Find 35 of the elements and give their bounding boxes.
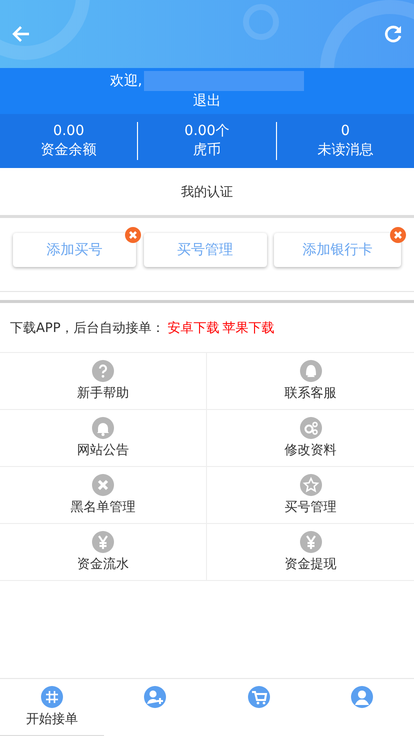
yen-icon bbox=[300, 531, 322, 553]
chat-icon bbox=[300, 360, 322, 382]
stat-label: 未读消息 bbox=[317, 141, 374, 160]
refresh-icon[interactable] bbox=[382, 23, 404, 45]
menu-item[interactable]: 资金提现 bbox=[207, 524, 414, 581]
tab[interactable]: 开始接单 bbox=[0, 679, 104, 736]
stat-value: 0.00个 bbox=[184, 122, 230, 141]
download-link[interactable]: 安卓下载 bbox=[168, 318, 220, 336]
gears-icon bbox=[300, 417, 322, 439]
bell-icon bbox=[92, 417, 114, 439]
stat-label: 虎币 bbox=[192, 141, 221, 160]
cart-icon bbox=[248, 686, 270, 708]
welcome-text: 欢迎, bbox=[110, 72, 142, 90]
cross-icon bbox=[92, 474, 114, 496]
download-link[interactable]: 苹果下载 bbox=[222, 318, 275, 336]
menu-item[interactable]: 联系客服 bbox=[207, 353, 414, 410]
remove-icon[interactable] bbox=[125, 227, 141, 243]
menu-item[interactable]: 资金流水 bbox=[0, 524, 207, 581]
menu-item[interactable]: 黑名单管理 bbox=[0, 467, 207, 524]
download-text: 下载APP，后台自动接单： bbox=[10, 320, 165, 336]
menu-item[interactable]: 网站公告 bbox=[0, 410, 207, 467]
remove-icon[interactable] bbox=[390, 227, 406, 243]
menu-item[interactable]: 修改资料 bbox=[207, 410, 414, 467]
stat-label: 资金余额 bbox=[40, 141, 97, 160]
logout-link[interactable]: 退出 bbox=[193, 92, 221, 110]
user-icon bbox=[351, 686, 374, 708]
section-title: 我的认证 bbox=[0, 168, 414, 218]
user-add-icon bbox=[144, 686, 166, 708]
yen-icon bbox=[92, 531, 114, 553]
stat-value: 0.00 bbox=[53, 122, 84, 141]
menu-item[interactable]: 买号管理 bbox=[207, 467, 414, 524]
grid-icon bbox=[40, 686, 63, 708]
menu-item[interactable]: 新手帮助 bbox=[0, 353, 207, 410]
stat-value: 0 bbox=[340, 122, 350, 141]
help-icon bbox=[92, 360, 114, 382]
